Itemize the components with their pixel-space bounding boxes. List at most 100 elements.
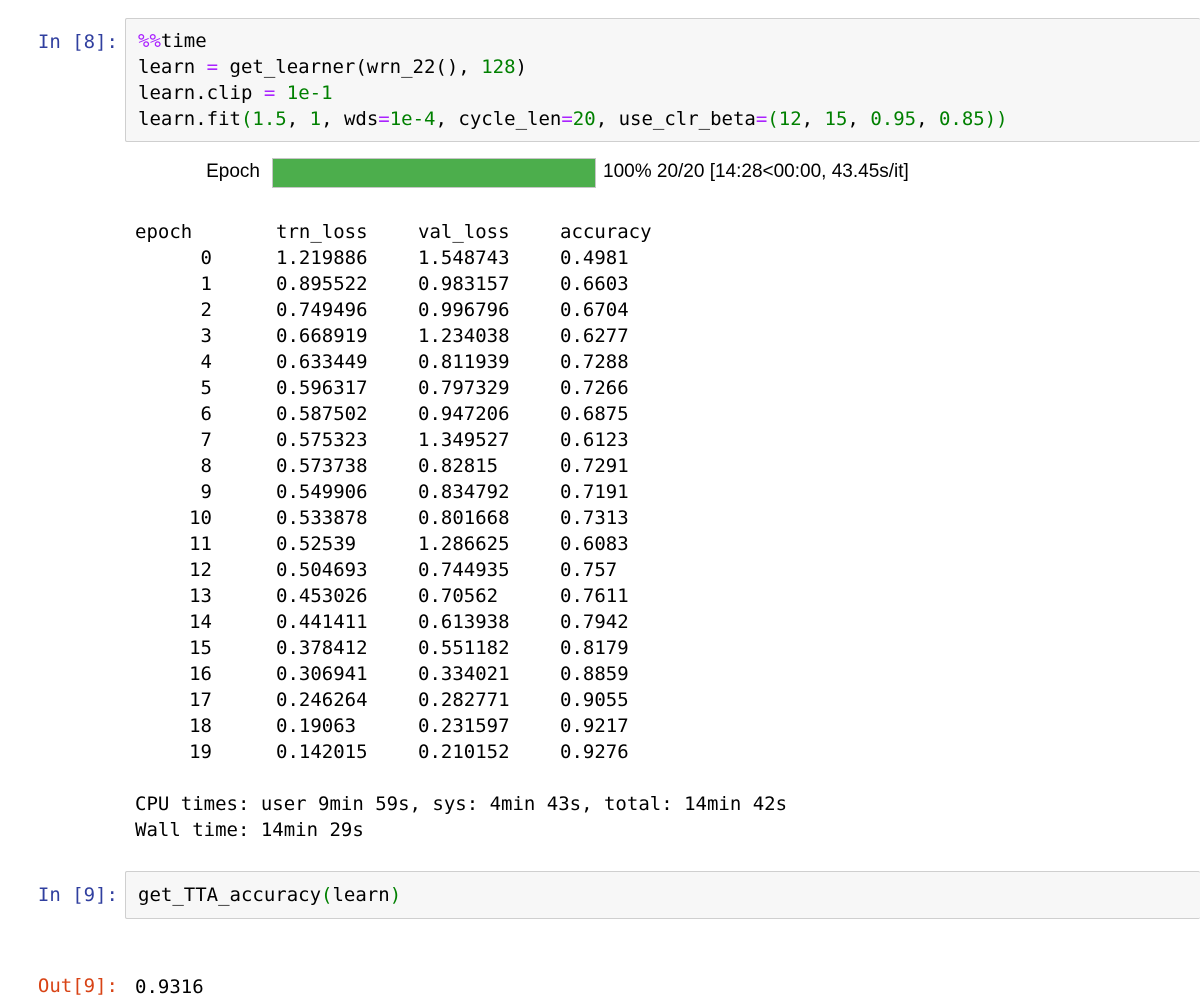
cell-val-loss: 0.282771 <box>418 689 510 711</box>
code-token: ) <box>515 56 527 78</box>
code-token: , use_clr_beta <box>595 108 756 130</box>
cell-epoch: 18 <box>189 715 212 737</box>
cell-epoch: 4 <box>200 351 212 373</box>
code-paren: )) <box>984 108 1008 130</box>
cell-epoch: 8 <box>200 455 212 477</box>
header-accuracy: accuracy <box>560 221 652 243</box>
cell-epoch: 15 <box>189 637 212 659</box>
header-val-loss: val_loss <box>418 221 510 243</box>
cell-accuracy: 0.7313 <box>560 507 629 529</box>
cell-accuracy: 0.6704 <box>560 299 629 321</box>
cell-epoch: 7 <box>200 429 212 451</box>
cell-9-output-value: 0.9316 <box>135 976 204 998</box>
cell-val-loss: 0.834792 <box>418 481 510 503</box>
code-token: learn.fit <box>138 108 241 130</box>
code-token: , <box>801 108 825 130</box>
progress-text: 100% 20/20 [14:28<00:00, 43.45s/it] <box>603 161 909 182</box>
cell-trn-loss: 1.219886 <box>276 247 368 269</box>
code-number: 1e-4 <box>389 108 436 130</box>
cell-accuracy: 0.7191 <box>560 481 629 503</box>
cell-val-loss: 0.334021 <box>418 663 510 685</box>
cell-accuracy: 0.7291 <box>560 455 629 477</box>
cell-val-loss: 1.548743 <box>418 247 510 269</box>
code-token: learn <box>138 56 207 78</box>
cell-9-out-prompt: Out[9]: <box>37 975 118 997</box>
cell-epoch: 10 <box>189 507 212 529</box>
code-token: , wds <box>321 108 379 130</box>
cell-accuracy: 0.9217 <box>560 715 629 737</box>
cpu-times-line: CPU times: user 9min 59s, sys: 4min 43s,… <box>135 793 788 815</box>
code-token: , <box>847 108 871 130</box>
cell-accuracy: 0.9055 <box>560 689 629 711</box>
cell-trn-loss: 0.453026 <box>276 585 368 607</box>
cell-trn-loss: 0.895522 <box>276 273 368 295</box>
cell-val-loss: 0.801668 <box>418 507 510 529</box>
code-operator: = <box>561 108 573 130</box>
cell-epoch: 5 <box>200 377 212 399</box>
header-trn-loss: trn_loss <box>276 221 368 243</box>
cell-accuracy: 0.7266 <box>560 377 629 399</box>
cell-accuracy: 0.7288 <box>560 351 629 373</box>
cell-val-loss: 0.613938 <box>418 611 510 633</box>
code-line-2: learn = get_learner(wrn_22(), 128) <box>138 54 527 80</box>
cell-8-stdout: CPU times: user 9min 59s, sys: 4min 43s,… <box>135 791 787 843</box>
code-operator: = <box>263 82 276 104</box>
cell-val-loss: 0.947206 <box>418 403 510 425</box>
cell-val-loss: 0.210152 <box>418 741 510 763</box>
cell-epoch: 17 <box>189 689 212 711</box>
magic-prefix: %% <box>138 30 161 52</box>
cell-val-loss: 0.811939 <box>418 351 510 373</box>
cell-8-in-prompt: In [8]: <box>37 31 118 53</box>
cell-epoch: 19 <box>189 741 212 763</box>
cell-val-loss: 0.996796 <box>418 299 510 321</box>
cell-accuracy: 0.7611 <box>560 585 629 607</box>
cell-accuracy: 0.6123 <box>560 429 629 451</box>
cell-trn-loss: 0.668919 <box>276 325 368 347</box>
cell-8-code-editor[interactable]: %%time learn = get_learner(wrn_22(), 128… <box>125 18 1200 142</box>
cell-trn-loss: 0.596317 <box>276 377 368 399</box>
cell-accuracy: 0.8179 <box>560 637 629 659</box>
code-line-1: %%time <box>138 28 207 54</box>
code-number: 1 <box>309 108 322 130</box>
cell-accuracy: 0.6603 <box>560 273 629 295</box>
code-token: , cycle_len <box>435 108 562 130</box>
cell-epoch: 11 <box>189 533 212 555</box>
cell-trn-loss: 0.378412 <box>276 637 368 659</box>
cell-epoch: 1 <box>200 273 212 295</box>
cell-epoch: 3 <box>200 325 212 347</box>
cell-val-loss: 0.82815 <box>418 455 499 477</box>
cell-val-loss: 1.349527 <box>418 429 510 451</box>
code-token: learn <box>332 884 390 906</box>
cell-accuracy: 0.4981 <box>560 247 629 269</box>
cell-val-loss: 1.286625 <box>418 533 510 555</box>
cell-trn-loss: 0.575323 <box>276 429 368 451</box>
code-line-1: get_TTA_accuracy(learn) <box>138 882 401 908</box>
code-number: 0.85 <box>938 108 985 130</box>
cell-9-code-editor[interactable]: get_TTA_accuracy(learn) <box>125 871 1200 919</box>
code-paren: ( <box>767 108 779 130</box>
cell-9-in-prompt: In [9]: <box>37 884 118 906</box>
cell-accuracy: 0.757 <box>560 559 618 581</box>
cell-trn-loss: 0.142015 <box>276 741 368 763</box>
cell-val-loss: 0.551182 <box>418 637 510 659</box>
cell-trn-loss: 0.587502 <box>276 403 368 425</box>
cell-epoch: 0 <box>200 247 212 269</box>
code-paren: ( <box>321 884 333 906</box>
code-paren: ) <box>389 884 402 906</box>
code-token: learn.clip <box>138 82 264 104</box>
cell-trn-loss: 0.504693 <box>276 559 368 581</box>
code-number: 128 <box>481 56 516 78</box>
cell-trn-loss: 0.533878 <box>276 507 368 529</box>
cell-trn-loss: 0.52539 <box>276 533 357 555</box>
code-number: 1e-1 <box>286 82 333 104</box>
cell-trn-loss: 0.549906 <box>276 481 368 503</box>
cell-val-loss: 0.70562 <box>418 585 499 607</box>
code-token: get_TTA_accuracy <box>138 884 322 906</box>
epoch-progress: Epoch 100% 20/20 [14:28<00:00, 43.45s/it… <box>0 158 1200 190</box>
wall-time-line: Wall time: 14min 29s <box>135 819 364 841</box>
cell-accuracy: 0.6277 <box>560 325 629 347</box>
code-number: 15 <box>824 108 848 130</box>
code-operator: = <box>206 56 219 78</box>
cell-accuracy: 0.6875 <box>560 403 629 425</box>
